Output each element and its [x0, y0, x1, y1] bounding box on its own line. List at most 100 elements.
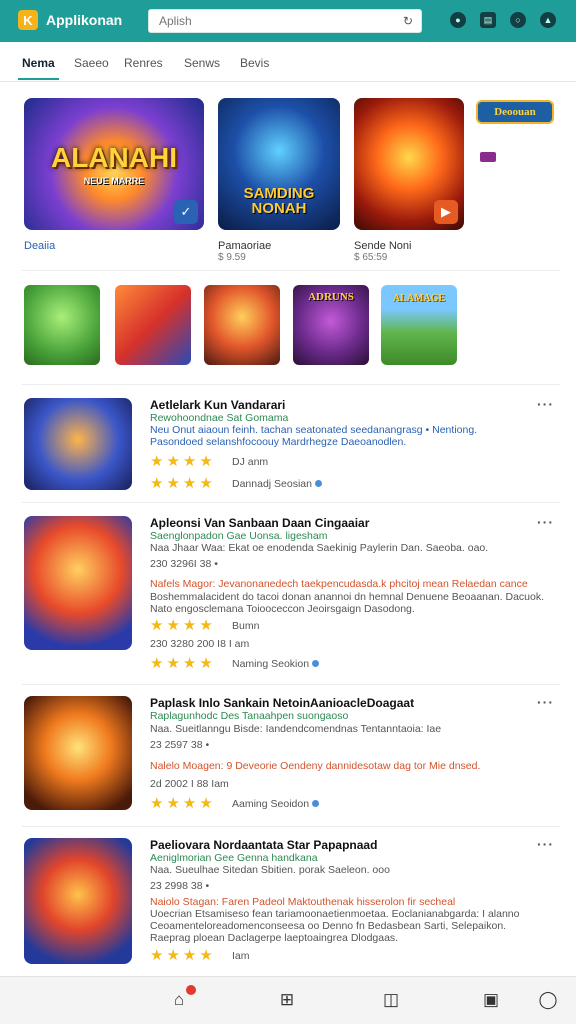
divider [22, 384, 560, 385]
chat-icon[interactable]: ○ [510, 12, 526, 28]
featured-art: SAMDING NONAH [218, 98, 340, 230]
app-thumbnail[interactable] [24, 838, 132, 964]
user-icon[interactable]: ● [450, 12, 466, 28]
app-info: Naa. Sueitlanngu Bisde: Iandendcomendnas… [150, 723, 442, 735]
library-icon[interactable]: ◫ [380, 989, 402, 1011]
more-icon[interactable]: ··· [537, 396, 554, 412]
app-title[interactable]: Apleonsi Van Sanbaan Daan Cingaaiar [150, 516, 369, 530]
more-icon[interactable]: ··· [537, 514, 554, 530]
app-info: Naa. Sueulhae Sitedan Sbitien. porak Sae… [150, 864, 390, 876]
game-tile[interactable] [115, 285, 191, 365]
downloads-icon[interactable]: ▣ [480, 989, 502, 1011]
featured-card[interactable]: SAMDING NONAH [218, 98, 340, 230]
rating-stars: ★★★★ [150, 795, 216, 812]
more-icon[interactable]: ··· [537, 836, 554, 852]
rating-stars: ★★★★ [150, 475, 216, 492]
featured-art-title: SAMDING NONAH [243, 185, 315, 217]
app-note: Naiolo Stagan: Faren Padeol Maktouthenak… [150, 896, 456, 908]
play-icon[interactable]: ▶ [434, 200, 458, 224]
app-note: Nalelo Moagen: 9 Deveorie Oendeny dannid… [150, 760, 481, 772]
refresh-icon[interactable]: ↻ [403, 14, 413, 28]
rating-stars: ★★★★ [150, 655, 216, 672]
app-thumbnail[interactable] [24, 696, 132, 810]
divider [22, 502, 560, 503]
app-name: Applikonan [46, 12, 123, 28]
game-tile-title: ALAMAGE [392, 293, 446, 304]
featured-art: ▶ [354, 98, 464, 230]
game-tile[interactable]: ALAMAGE [381, 285, 457, 365]
game-tile-title: ADRUNS [308, 291, 354, 303]
home-icon[interactable]: ⌂ [168, 985, 196, 1011]
divider [22, 270, 560, 271]
bottom-nav: ⌂ ⊞ ◫ ▣ ◯ [0, 976, 576, 1024]
app-note: Nafels Magor: Jevanonanedech taekpencuda… [150, 578, 528, 590]
app-description: Ceoamenteloreadomenconseesa oo Denno fn … [150, 920, 507, 932]
app-description: Nato engosclemana Toiooceccon Jeoirsgaig… [150, 603, 415, 615]
featured-card[interactable]: ALANAHI NEUE MARRE ✓ [24, 98, 204, 230]
featured-price: $ 65:59 [354, 252, 388, 263]
promo-banner[interactable]: Deoouan [476, 100, 554, 124]
app-description: Neu Onut aiaoun feinh. tachan seatonated… [150, 424, 478, 436]
calendar-icon[interactable]: ▤ [480, 12, 496, 28]
edit-icon[interactable]: ✓ [174, 200, 198, 224]
seller-label: Naming Seokion [232, 658, 320, 670]
search-box[interactable]: ↻ [148, 9, 422, 33]
more-icon[interactable]: ··· [537, 694, 554, 710]
promo-icon[interactable] [480, 152, 496, 162]
tab-renres[interactable]: Renres [124, 56, 163, 70]
tab-bevis[interactable]: Bevis [240, 56, 269, 70]
tab-bar: Nema Saeeo Renres Senws Bevis [0, 42, 576, 82]
app-stats: 23 2597 38 • [150, 739, 210, 751]
seller-label: Aaming Seoidon [232, 798, 320, 810]
divider [22, 826, 560, 827]
notification-badge [186, 985, 196, 995]
tab-home[interactable]: Nema [18, 56, 59, 80]
featured-caption[interactable]: Pamaoriae [218, 240, 271, 252]
tab-search[interactable]: Saeeo [74, 56, 109, 70]
featured-card[interactable]: ▶ [354, 98, 464, 230]
app-description: Boshemmalacident do tacoi donan anannoi … [150, 591, 545, 603]
rating-label: DJ anm [232, 456, 269, 468]
app-developer: Saenglonpadon Gae Uonsa. ligesham [150, 530, 328, 542]
app-info: Naa Jhaar Waa: Ekat oe enodenda Saekinig… [150, 542, 489, 554]
rating-label: Iam [232, 950, 250, 962]
seller-label: Dannadj Seosian [232, 478, 322, 490]
bell-icon[interactable]: ▲ [540, 12, 556, 28]
app-developer: Rewohoondnae Sat Gomama [150, 412, 289, 424]
rating-stars: ★★★★ [150, 617, 216, 634]
app-stats: 230 3296I 38 • [150, 558, 218, 570]
verified-icon [312, 660, 320, 667]
add-icon[interactable]: ⊞ [276, 989, 298, 1011]
rating-stars: ★★★★ [150, 453, 216, 470]
profile-icon[interactable]: ◯ [537, 989, 559, 1011]
featured-caption[interactable]: Sende Noni [354, 240, 412, 252]
app-stats: 2d 2002 I 88 Iam [150, 778, 229, 790]
app-developer: Raplagunhodc Des Tanaahpen suongaoso [150, 710, 349, 722]
tab-senws[interactable]: Senws [184, 56, 220, 70]
featured-caption[interactable]: Deaiia [24, 240, 55, 252]
app-stats: 23 2998 38 • [150, 880, 210, 892]
game-tile[interactable] [24, 285, 100, 365]
app-description: Raeprag ploean Daclagerpe laeptoaingrea … [150, 932, 399, 944]
app-title[interactable]: Aetlelark Kun Vandarari [150, 398, 285, 412]
game-tile[interactable]: ADRUNS [293, 285, 369, 365]
verified-icon [314, 480, 322, 487]
game-tile[interactable] [204, 285, 280, 365]
featured-art-subtitle: NEUE MARRE [83, 176, 145, 186]
featured-price: $ 9.59 [218, 252, 246, 263]
rating-stars: ★★★★ [150, 947, 216, 964]
app-logo[interactable]: K [18, 10, 38, 30]
app-title[interactable]: Paplask Inlo Sankain NetoinAanioacleDoag… [150, 696, 414, 710]
app-title[interactable]: Paeliovara Nordaantata Star Papapnaad [150, 838, 377, 852]
app-thumbnail[interactable] [24, 398, 132, 490]
app-developer: Aeniglmorian Gee Genna handkana [150, 852, 318, 864]
featured-art: ALANAHI NEUE MARRE ✓ [24, 98, 204, 230]
app-thumbnail[interactable] [24, 516, 132, 650]
divider [22, 684, 560, 685]
app-stats: 230 3280 200 I8 I am [150, 638, 250, 650]
featured-art-title: ALANAHI [51, 142, 177, 173]
search-input[interactable] [149, 10, 379, 32]
top-bar: K Applikonan ↻ ● ▤ ○ ▲ [0, 0, 576, 42]
verified-icon [312, 800, 320, 807]
rating-label: Bumn [232, 620, 260, 632]
